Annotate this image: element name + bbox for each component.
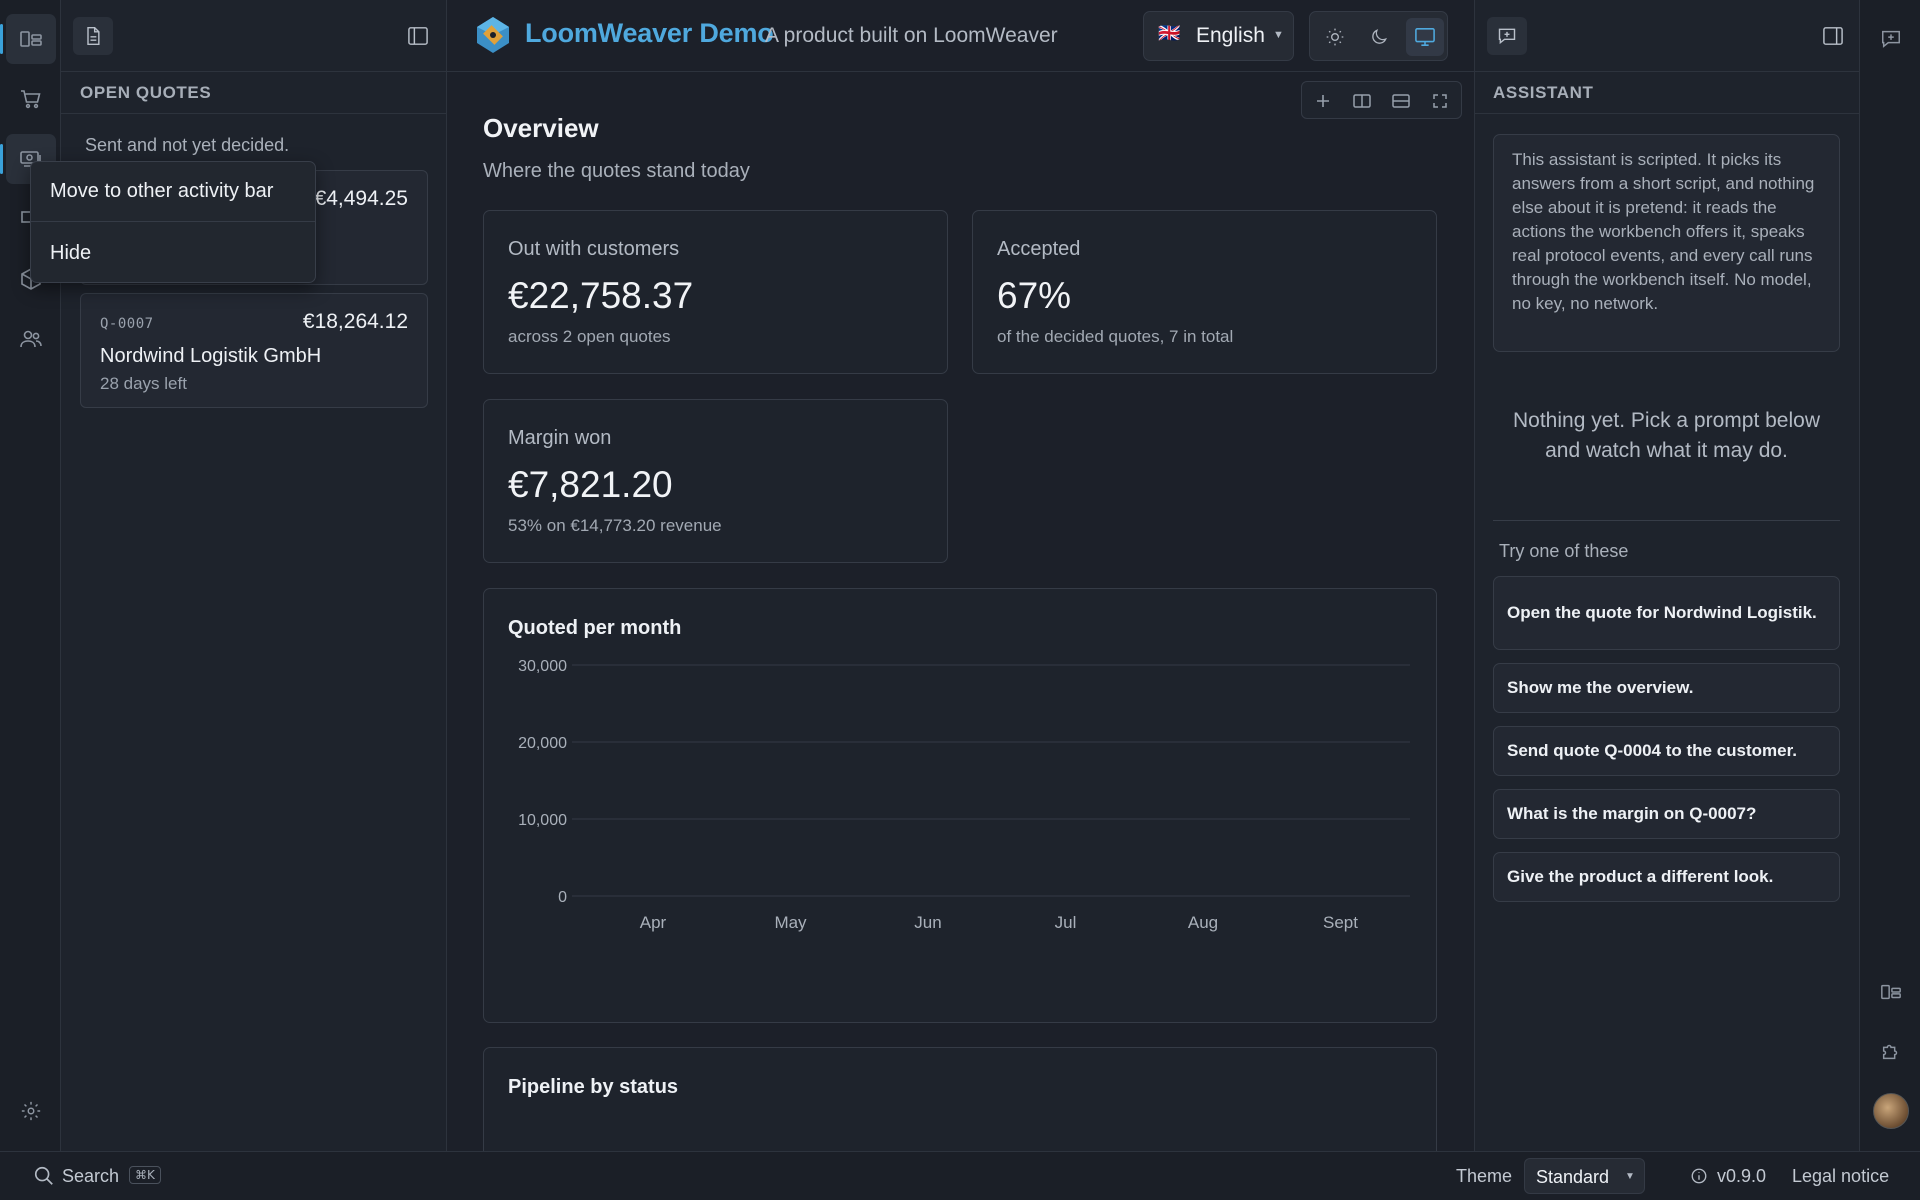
assistant-panel: ASSISTANT This assistant is scripted. It… (1474, 0, 1859, 1151)
context-menu: Move to other activity bar Hide (30, 161, 316, 283)
x-tick-label: Apr (640, 913, 667, 932)
prompt-suggestion[interactable]: Open the quote for Nordwind Logistik. (1493, 576, 1840, 650)
puzzle-icon[interactable] (1866, 1026, 1916, 1076)
kpi-card-margin: Margin won €7,821.20 53% on €14,773.20 r… (483, 399, 948, 563)
brand-name[interactable]: LoomWeaver Demo (525, 18, 774, 49)
page-subtitle: Where the quotes stand today (483, 160, 750, 182)
theme-label: Theme (1456, 1166, 1513, 1186)
info-icon (1690, 1167, 1708, 1185)
search-label[interactable]: Search (62, 1166, 119, 1187)
kpi-sub: 53% on €14,773.20 revenue (508, 516, 722, 535)
theme-mode-toggle (1309, 11, 1448, 61)
chevron-down-icon: ▼ (1273, 29, 1284, 41)
chart-title: Quoted per month (508, 617, 682, 639)
kpi-label: Accepted (997, 238, 1081, 260)
kpi-label: Out with customers (508, 238, 680, 260)
maximize-icon[interactable] (1429, 90, 1451, 112)
assistant-header (1475, 0, 1859, 72)
version-label[interactable]: v0.9.0 (1717, 1166, 1766, 1187)
quote-amount: €18,264.12 (302, 310, 408, 333)
moon-icon[interactable] (1362, 20, 1396, 54)
chart-card: Quoted per month 30,000 20,000 10,000 0 Apr M… (483, 588, 1437, 1023)
x-tick-label: Aug (1188, 913, 1218, 932)
kpi-sub: across 2 open quotes (508, 327, 671, 346)
legal-notice-link[interactable]: Legal notice (1792, 1166, 1889, 1187)
y-tick-label: 0 (558, 889, 567, 906)
prompt-suggestion[interactable]: Show me the overview. (1493, 663, 1840, 713)
brand-tagline: A product built on LoomWeaver (765, 24, 1058, 47)
kpi-card-out: Out with customers €22,758.37 across 2 o… (483, 210, 948, 374)
sidebar-header (61, 0, 446, 72)
section-title: OPEN QUOTES (61, 72, 446, 114)
logo-icon[interactable] (471, 15, 515, 55)
prompt-suggestion[interactable]: What is the margin on Q-0007? (1493, 789, 1840, 839)
sidebar-subtitle: Sent and not yet decided. (85, 135, 290, 155)
quote-card[interactable]: Q-0007 €18,264.12 Nordwind Logistik GmbH… (80, 293, 428, 408)
main-content: Overview Where the quotes stand today Ou… (447, 72, 1474, 1151)
add-icon[interactable] (1312, 90, 1334, 112)
monitor-icon[interactable] (1406, 18, 1444, 56)
split-vertical-icon[interactable] (1351, 90, 1373, 112)
menu-item-move[interactable]: Move to other activity bar (31, 162, 315, 222)
layout-icon[interactable] (1866, 967, 1916, 1017)
y-tick-label: 10,000 (518, 812, 567, 829)
kpi-card-accepted: Accepted 67% of the decided quotes, 7 in… (972, 210, 1437, 374)
y-tick-label: 30,000 (518, 658, 567, 675)
theme-select[interactable]: Standard ▼ (1524, 1158, 1645, 1194)
x-tick-label: Sept (1323, 913, 1358, 932)
pipeline-title: Pipeline by status (508, 1076, 679, 1098)
y-tick-label: 20,000 (518, 735, 567, 752)
page-title: Overview (483, 113, 599, 143)
chat-add-icon[interactable] (1866, 14, 1916, 64)
pipeline-card: Pipeline by status (483, 1047, 1437, 1151)
activity-overview-icon[interactable] (0, 14, 56, 64)
language-label: English (1196, 24, 1265, 47)
quote-id: Q-0007 (100, 316, 154, 332)
top-header: LoomWeaver Demo A product built on LoomW… (447, 0, 1474, 72)
prompt-suggestion[interactable]: Send quote Q-0004 to the customer. (1493, 726, 1840, 776)
document-icon[interactable] (73, 17, 113, 55)
quote-customer: Nordwind Logistik GmbH (100, 345, 322, 367)
flag-icon: 🇬🇧 (1158, 23, 1181, 43)
kpi-value: €22,758.37 (508, 275, 694, 316)
try-label: Try one of these (1499, 541, 1629, 561)
editor-toolbar (1301, 81, 1462, 119)
toggle-panel-icon[interactable] (1818, 22, 1848, 50)
sun-icon[interactable] (1318, 20, 1352, 54)
settings-gear-icon[interactable] (6, 1086, 56, 1136)
chevron-down-icon: ▼ (1625, 1171, 1635, 1182)
search-shortcut: ⌘K (129, 1166, 161, 1184)
search-icon[interactable] (33, 1165, 55, 1187)
status-bar: Search ⌘K Theme Standard ▼ v0.9.0 Legal … (0, 1151, 1920, 1200)
avatar[interactable] (1873, 1093, 1909, 1129)
kpi-label: Margin won (508, 427, 612, 449)
prompt-suggestion[interactable]: Give the product a different look. (1493, 852, 1840, 902)
x-tick-label: Jul (1055, 913, 1077, 932)
assistant-info: This assistant is scripted. It picks its… (1493, 134, 1840, 352)
theme-value: Standard (1536, 1167, 1610, 1187)
activity-cart-icon[interactable] (6, 74, 56, 124)
x-tick-label: May (774, 913, 807, 932)
split-horizontal-icon[interactable] (1390, 90, 1412, 112)
kpi-value: 67% (997, 275, 1072, 316)
quote-amount: €4,494.25 (314, 187, 408, 210)
assistant-empty-message: Nothing yet. Pick a prompt below and wat… (1513, 409, 1820, 462)
x-tick-label: Jun (914, 913, 941, 932)
kpi-sub: of the decided quotes, 7 in total (997, 327, 1234, 346)
language-select[interactable]: 🇬🇧 English ▼ (1143, 11, 1294, 61)
chart-plot: 30,000 20,000 10,000 0 Apr May Jun Jul Aug Sept (518, 658, 1410, 932)
toggle-sidebar-icon[interactable] (403, 22, 433, 50)
assistant-title: ASSISTANT (1475, 72, 1859, 114)
kpi-value: €7,821.20 (508, 464, 673, 505)
activity-customers-icon[interactable] (6, 314, 56, 364)
chat-icon[interactable] (1487, 17, 1527, 55)
quote-days-left: 28 days left (100, 374, 187, 393)
menu-item-hide[interactable]: Hide (31, 223, 315, 283)
activity-bar-right (1859, 0, 1920, 1151)
divider (1493, 520, 1840, 521)
